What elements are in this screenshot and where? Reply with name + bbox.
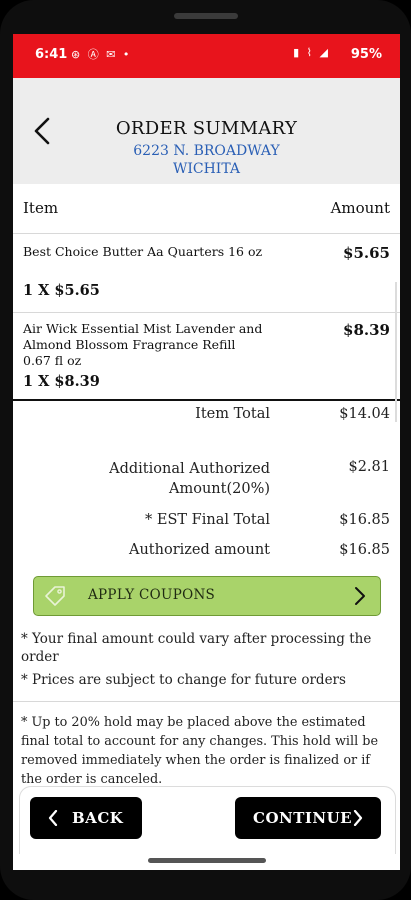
home-indicator[interactable] [148,858,266,863]
divider [13,701,400,702]
store-address-line2: WICHITA [172,161,241,177]
est-final-value: $16.85 [339,512,390,528]
hold-note: * Up to 20% hold may be placed above the… [21,715,379,787]
authorized-value: $16.85 [339,542,390,558]
est-final-label: * EST Final Total [145,512,270,528]
phone-frame: 6:41 ⊛ Ⓐ ✉ • ▮ ⌇ ◢ 95% ORDER SUMMARY 622… [0,0,411,900]
item-amount: $8.39 [343,321,390,339]
chevron-right-icon [353,810,363,826]
item-name: Air Wick Essential Mist Lavender and Alm… [23,321,263,368]
list-item: Air Wick Essential Mist Lavender and Alm… [13,313,400,401]
chevron-left-icon [48,810,58,826]
apply-coupons-label: APPLY COUPONS [88,587,216,603]
scrollbar[interactable] [395,282,397,422]
item-total-label: Item Total [195,406,270,422]
item-quantity: 1 X $5.65 [23,282,100,299]
status-bar: 6:41 ⊛ Ⓐ ✉ • ▮ ⌇ ◢ 95% [13,34,400,78]
screen: 6:41 ⊛ Ⓐ ✉ • ▮ ⌇ ◢ 95% ORDER SUMMARY 622… [13,34,400,870]
item-amount: $5.65 [343,244,390,262]
item-quantity: 1 X $8.39 [23,373,100,390]
column-item-header: Item [23,199,59,217]
continue-button[interactable]: CONTINUE [235,797,381,839]
signal-icons: ▮ ⌇ ◢ [293,46,330,59]
continue-label: CONTINUE [253,809,353,827]
additional-amount-value: $2.81 [348,459,390,475]
store-address-line1: 6223 N. BROADWAY [133,143,280,159]
table-header: Item Amount [13,184,400,234]
back-label: BACK [72,809,124,827]
chevron-right-icon [355,587,365,605]
apply-coupons-button[interactable]: APPLY COUPONS [33,576,381,616]
speaker-grille [174,13,238,19]
additional-amount-label: Additional Authorized Amount(20%) [109,459,270,499]
battery-level: 95% [350,47,382,62]
list-item: Best Choice Butter Aa Quarters 16 oz $5.… [13,234,400,313]
system-nav-bar [13,854,400,870]
tag-icon [45,586,65,606]
item-total-value: $14.04 [339,406,390,422]
final-amount-note: * Your final amount could vary after pro… [21,631,372,665]
additional-label-line2: Amount(20%) [169,481,270,497]
authorized-label: Authorized amount [128,542,270,558]
page-title: ORDER SUMMARY [115,118,298,139]
status-time: 6:41 [35,47,68,62]
order-table: Item Amount Best Choice Butter Aa Quarte… [13,184,400,401]
header: ORDER SUMMARY 6223 N. BROADWAY WICHITA [13,78,400,184]
notification-icons: ⊛ Ⓐ ✉ • [71,48,132,61]
additional-label-line1: Additional Authorized [109,461,270,477]
price-change-note: * Prices are subject to change for futur… [21,672,346,688]
item-name: Best Choice Butter Aa Quarters 16 oz [23,244,263,259]
back-button[interactable]: BACK [30,797,142,839]
column-amount-header: Amount [330,199,390,217]
